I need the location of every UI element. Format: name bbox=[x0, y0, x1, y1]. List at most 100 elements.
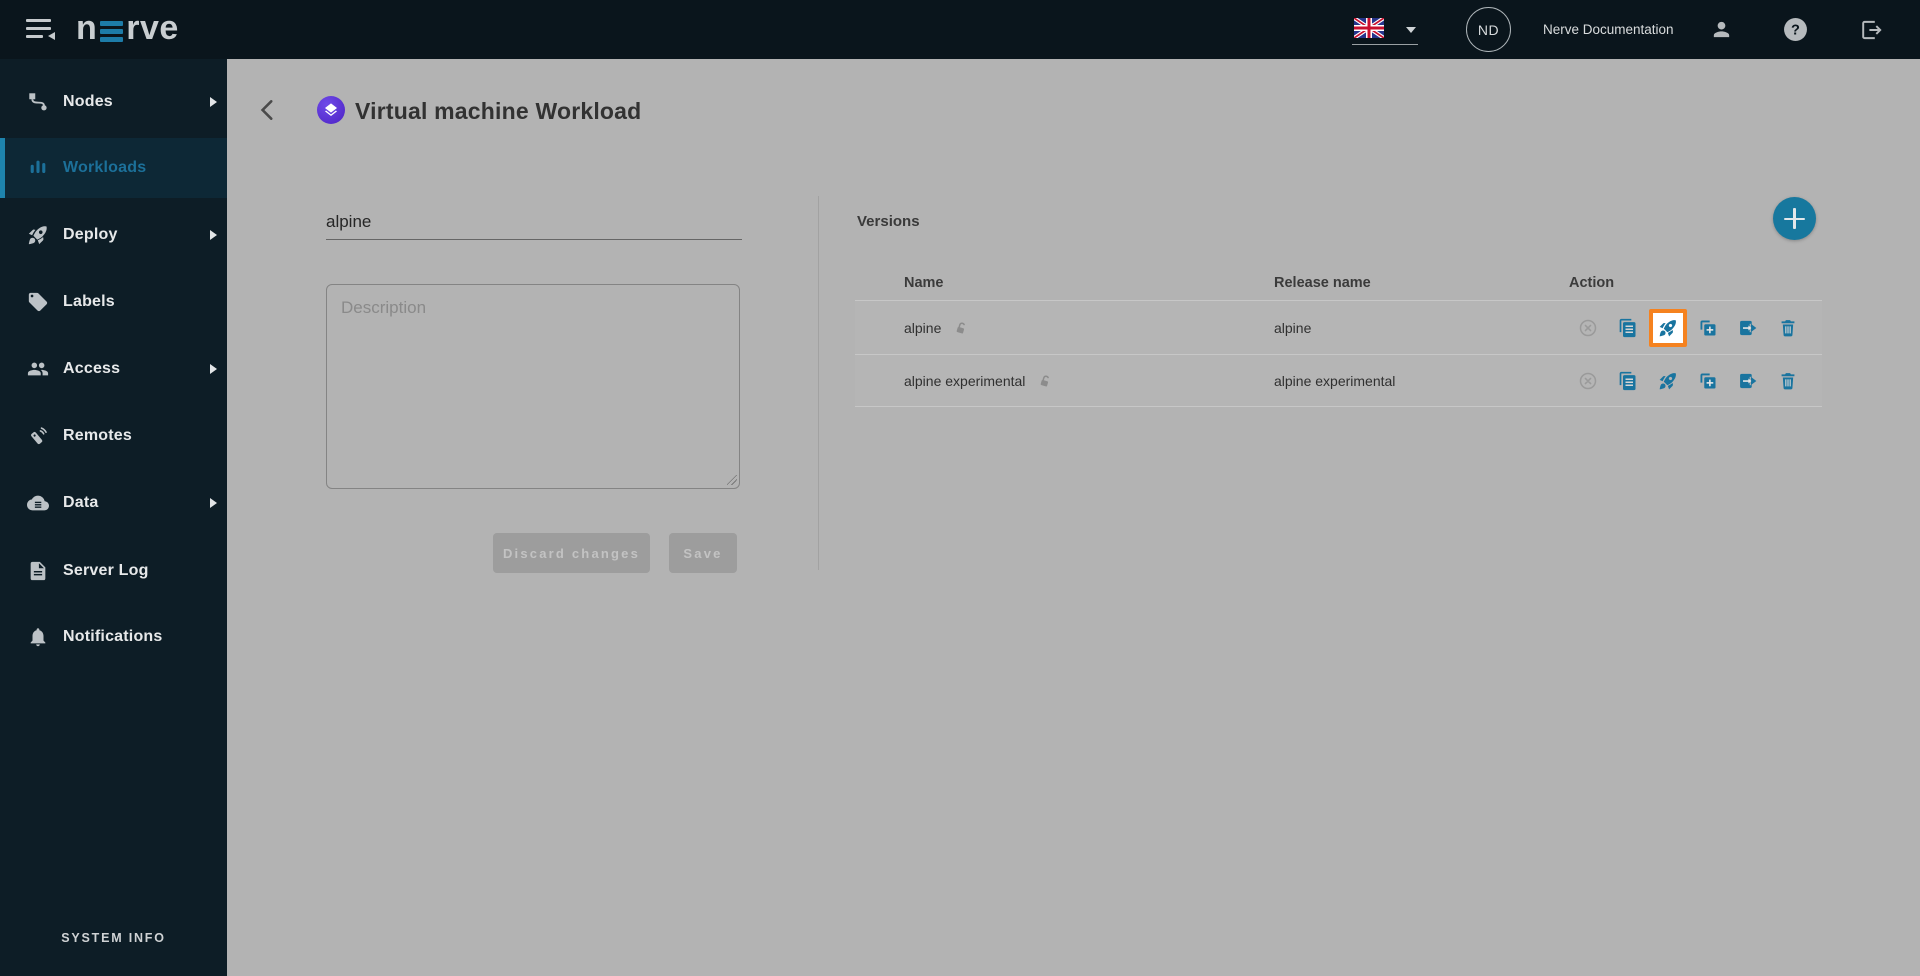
sidebar-item-remotes[interactable]: Remotes bbox=[0, 406, 227, 466]
duplicate-version-button[interactable] bbox=[1698, 318, 1718, 338]
vm-workload-badge bbox=[317, 96, 345, 124]
trash-icon bbox=[1778, 371, 1798, 391]
duplicate-icon bbox=[1698, 371, 1718, 391]
logo-text-suffix: rve bbox=[126, 9, 179, 47]
sidebar-item-label: Remotes bbox=[63, 427, 132, 444]
chevron-right-icon bbox=[210, 97, 217, 107]
version-name-cell: alpine experimental bbox=[904, 355, 1053, 406]
sidebar-item-label: Data bbox=[63, 494, 99, 511]
version-row: alpine alpine bbox=[855, 301, 1822, 355]
trash-icon bbox=[1778, 318, 1798, 338]
sidebar: Nodes Workloads Deploy Labels Access Rem… bbox=[0, 59, 227, 976]
main-content: Virtual machine Workload Discard changes… bbox=[227, 59, 1920, 976]
sidebar-item-nodes[interactable]: Nodes bbox=[0, 72, 227, 132]
copy-icon bbox=[1618, 371, 1638, 391]
x-circle-icon bbox=[1578, 371, 1598, 391]
sidebar-item-server-log[interactable]: Server Log bbox=[0, 541, 227, 601]
row-actions bbox=[1568, 355, 1798, 406]
duplicate-version-button[interactable] bbox=[1698, 371, 1718, 391]
undeploy-button[interactable] bbox=[1578, 371, 1598, 391]
version-name-cell: alpine bbox=[904, 301, 969, 354]
copy-version-button[interactable] bbox=[1618, 318, 1638, 338]
sidebar-item-notifications[interactable]: Notifications bbox=[0, 607, 227, 667]
add-version-button[interactable] bbox=[1773, 197, 1816, 240]
deploy-version-button[interactable] bbox=[1658, 318, 1678, 338]
sidebar-item-label: Server Log bbox=[63, 562, 149, 579]
help-icon: ? bbox=[1784, 18, 1807, 41]
back-button[interactable] bbox=[255, 97, 281, 123]
tag-icon bbox=[27, 291, 49, 313]
sidebar-item-label: Labels bbox=[63, 293, 115, 310]
document-icon bbox=[27, 560, 49, 582]
svg-text:?: ? bbox=[1791, 23, 1800, 39]
versions-title: Versions bbox=[857, 213, 920, 230]
layers-icon bbox=[323, 102, 339, 118]
rocket-icon bbox=[1658, 318, 1678, 338]
nerve-logo: n rve bbox=[76, 9, 179, 48]
release-name: alpine bbox=[1274, 319, 1312, 336]
bell-icon bbox=[27, 626, 49, 648]
undeploy-button[interactable] bbox=[1578, 318, 1598, 338]
workloads-icon bbox=[27, 157, 49, 179]
rocket-icon bbox=[27, 224, 49, 246]
logo-text-prefix: n bbox=[76, 9, 98, 47]
version-row: alpine experimental alpine experimental bbox=[855, 355, 1822, 407]
description-wrap bbox=[326, 284, 740, 489]
save-button[interactable]: Save bbox=[669, 533, 737, 573]
workload-name-input[interactable] bbox=[326, 204, 742, 240]
sidebar-item-label: Notifications bbox=[63, 628, 163, 645]
cloud-data-icon bbox=[27, 492, 49, 514]
chevron-down-icon bbox=[1406, 27, 1416, 33]
uk-flag-icon bbox=[1354, 18, 1384, 38]
page-title: Virtual machine Workload bbox=[355, 98, 642, 124]
rocket-icon bbox=[1658, 371, 1678, 391]
export-version-button[interactable] bbox=[1738, 371, 1758, 391]
top-bar: n rve ND Nerve Documentation ? bbox=[0, 0, 1920, 59]
chevron-right-icon bbox=[210, 364, 217, 374]
sidebar-item-data[interactable]: Data bbox=[0, 473, 227, 533]
sidebar-item-labels[interactable]: Labels bbox=[0, 272, 227, 332]
remote-control-icon bbox=[27, 425, 49, 447]
description-textarea[interactable] bbox=[326, 284, 740, 489]
person-icon bbox=[1710, 18, 1733, 41]
sidebar-item-label: Workloads bbox=[63, 159, 147, 176]
menu-toggle-icon[interactable] bbox=[26, 18, 56, 42]
release-name-cell: alpine bbox=[1274, 301, 1311, 354]
vertical-divider bbox=[818, 196, 819, 570]
chevron-right-icon bbox=[210, 498, 217, 508]
sidebar-item-deploy[interactable]: Deploy bbox=[0, 205, 227, 265]
annotation-highlight-box bbox=[1649, 308, 1687, 347]
version-name: alpine bbox=[904, 319, 942, 336]
documentation-link[interactable]: Nerve Documentation bbox=[1543, 0, 1674, 59]
copy-version-button[interactable] bbox=[1618, 371, 1638, 391]
unlock-icon bbox=[1037, 373, 1053, 389]
unlock-icon bbox=[953, 320, 969, 336]
export-version-button[interactable] bbox=[1738, 318, 1758, 338]
copy-icon bbox=[1618, 318, 1638, 338]
deploy-version-button[interactable] bbox=[1658, 371, 1678, 391]
user-avatar[interactable]: ND bbox=[1466, 7, 1511, 52]
column-header-release: Release name bbox=[1274, 275, 1371, 291]
language-selector[interactable] bbox=[1352, 14, 1418, 46]
logout-button[interactable] bbox=[1858, 0, 1884, 59]
export-icon bbox=[1738, 318, 1758, 338]
release-name-cell: alpine experimental bbox=[1274, 355, 1395, 406]
versions-table-header: Name Release name Action bbox=[855, 268, 1822, 301]
discard-changes-button[interactable]: Discard changes bbox=[493, 533, 650, 573]
version-name: alpine experimental bbox=[904, 372, 1026, 389]
chevron-right-icon bbox=[210, 230, 217, 240]
logo-e-bars-icon bbox=[100, 21, 124, 42]
column-header-action: Action bbox=[1569, 275, 1615, 291]
system-info-link[interactable]: SYSTEM INFO bbox=[0, 931, 227, 945]
chevron-left-icon bbox=[255, 97, 281, 123]
release-name: alpine experimental bbox=[1274, 372, 1396, 389]
delete-version-button[interactable] bbox=[1778, 318, 1798, 338]
delete-version-button[interactable] bbox=[1778, 371, 1798, 391]
x-circle-icon bbox=[1578, 318, 1598, 338]
export-icon bbox=[1738, 371, 1758, 391]
sidebar-item-workloads[interactable]: Workloads bbox=[0, 138, 227, 198]
help-button[interactable]: ? bbox=[1783, 0, 1808, 59]
profile-button[interactable] bbox=[1710, 0, 1733, 59]
duplicate-icon bbox=[1698, 318, 1718, 338]
sidebar-item-access[interactable]: Access bbox=[0, 339, 227, 399]
